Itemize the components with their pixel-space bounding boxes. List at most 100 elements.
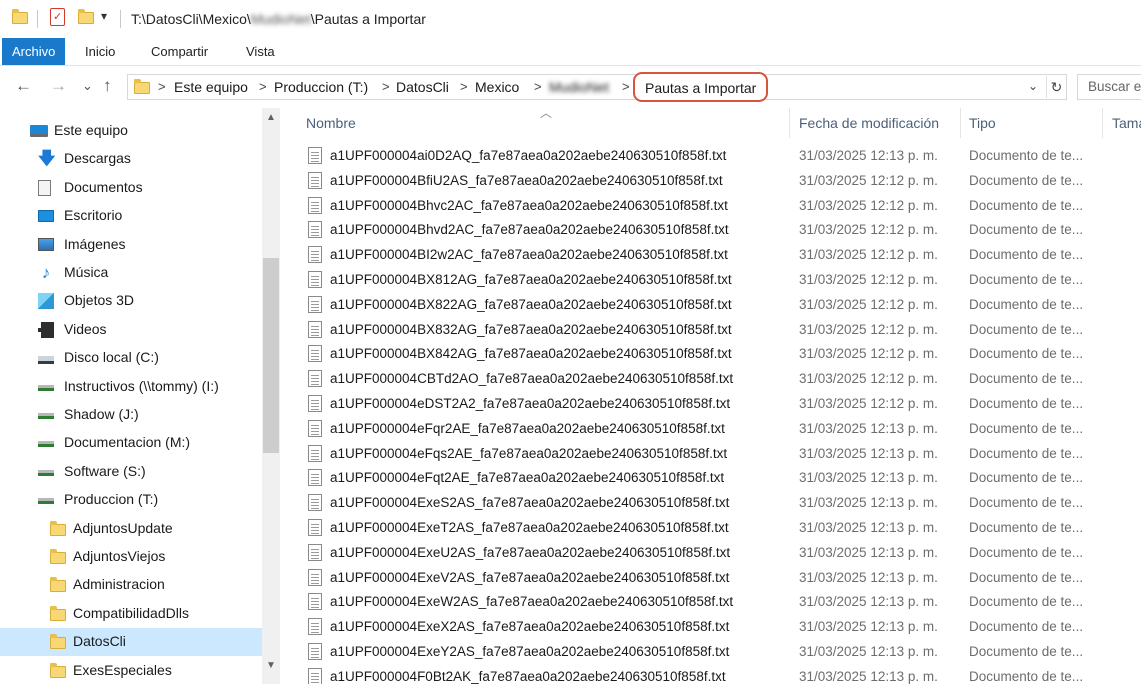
file-row[interactable]: a1UPF000004BfiU2AS_fa7e87aea0a202aebe240… (302, 169, 1141, 194)
file-name: a1UPF000004CBTd2AO_fa7e87aea0a202aebe240… (330, 371, 734, 387)
file-row[interactable]: a1UPF000004BX822AG_fa7e87aea0a202aebe240… (302, 293, 1141, 318)
file-date: 31/03/2025 12:12 p. m. (799, 222, 938, 238)
sidebar-item[interactable]: DatosCli (0, 628, 262, 657)
sidebar-item[interactable]: Este equipo (0, 117, 262, 145)
scroll-down-icon[interactable]: ▼ (262, 660, 280, 671)
sidebar-item[interactable]: AdjuntosViejos (0, 543, 262, 571)
sidebar-item[interactable]: Software (S:) (0, 458, 262, 486)
text-file-icon (308, 345, 322, 363)
file-row[interactable]: a1UPF000004BX812AG_fa7e87aea0a202aebe240… (302, 268, 1141, 293)
sidebar-item[interactable]: Instructivos (\\tommy) (I:) (0, 373, 262, 401)
properties-icon[interactable]: ✓ (50, 8, 65, 26)
file-row[interactable]: a1UPF000004BX832AG_fa7e87aea0a202aebe240… (302, 318, 1141, 343)
file-row[interactable]: a1UPF000004BX842AG_fa7e87aea0a202aebe240… (302, 342, 1141, 367)
address-bar[interactable]: > Este equipo > Produccion (T:) > DatosC… (127, 72, 1067, 102)
search-input[interactable]: Buscar e (1077, 74, 1141, 100)
file-row[interactable]: a1UPF000004ExeY2AS_fa7e87aea0a202aebe240… (302, 640, 1141, 665)
breadcrumb-separator[interactable]: > (158, 79, 166, 94)
sidebar-item[interactable]: Videos (0, 316, 262, 344)
breadcrumb-separator[interactable]: > (460, 79, 468, 94)
file-row[interactable]: a1UPF000004Bhvc2AC_fa7e87aea0a202aebe240… (302, 194, 1141, 219)
sidebar-item[interactable]: Produccion (T:) (0, 486, 262, 514)
file-row[interactable]: a1UPF000004CBTd2AO_fa7e87aea0a202aebe240… (302, 367, 1141, 392)
file-type: Documento de te... (969, 668, 1084, 684)
sidebar-item[interactable]: Escritorio (0, 202, 262, 230)
column-divider[interactable] (960, 108, 961, 138)
tab-vista[interactable]: Vista (236, 38, 285, 65)
breadcrumb-current[interactable]: Pautas a Importar (633, 72, 769, 102)
sidebar-item-label: Shadow (J:) (64, 406, 139, 422)
breadcrumb-datoscli[interactable]: DatosCli (396, 79, 449, 95)
pictures-icon (38, 237, 54, 251)
customize-toolbar-dropdown[interactable]: ▾ (101, 9, 107, 23)
text-file-icon (308, 519, 322, 536)
sidebar-item[interactable]: ExesEspeciales (0, 657, 262, 684)
sidebar-item[interactable]: Documentacion (M:) (0, 429, 262, 457)
tab-compartir[interactable]: Compartir (141, 38, 218, 65)
file-row[interactable]: a1UPF000004ExeS2AS_fa7e87aea0a202aebe240… (302, 491, 1141, 516)
file-row[interactable]: a1UPF000004ExeV2AS_fa7e87aea0a202aebe240… (302, 566, 1141, 591)
file-row[interactable]: a1UPF000004eFqs2AE_fa7e87aea0a202aebe240… (302, 442, 1141, 467)
sidebar-item-label: AdjuntosUpdate (73, 519, 173, 536)
nav-scrollbar[interactable]: ▲ ▼ (262, 108, 280, 684)
address-dropdown[interactable]: ⌄ (1028, 79, 1038, 93)
tab-inicio[interactable]: Inicio (75, 38, 125, 65)
file-name: a1UPF000004F0Bt2AK_fa7e87aea0a202aebe240… (330, 668, 726, 684)
sidebar-item-label: Documentos (64, 178, 143, 195)
sidebar-item[interactable]: Objetos 3D (0, 287, 262, 315)
sidebar-item[interactable]: 🡇 Descargas (0, 145, 262, 173)
column-header-size[interactable]: Tama (1112, 115, 1141, 131)
scroll-up-icon[interactable]: ▲ (262, 112, 280, 123)
breadcrumb-mexico[interactable]: Mexico (475, 79, 519, 95)
recent-locations-button[interactable]: ⌄ (82, 78, 93, 94)
file-row[interactable]: a1UPF000004eFqt2AE_fa7e87aea0a202aebe240… (302, 466, 1141, 491)
breadcrumb-este-equipo[interactable]: Este equipo (174, 79, 248, 95)
file-row[interactable]: a1UPF000004ai0D2AQ_fa7e87aea0a202aebe240… (302, 144, 1141, 169)
text-file-icon (308, 568, 322, 586)
sidebar-item[interactable]: AdjuntosUpdate (0, 515, 262, 543)
file-row[interactable]: a1UPF000004ExeX2AS_fa7e87aea0a202aebe240… (302, 615, 1141, 640)
sidebar-item[interactable]: Shadow (J:) (0, 401, 262, 429)
sidebar-item[interactable]: Imágenes (0, 231, 262, 259)
file-type: Documento de te... (969, 569, 1084, 585)
back-button[interactable]: ← (15, 76, 32, 96)
text-file-icon (308, 246, 322, 264)
sidebar-item[interactable]: ♪ Música (0, 259, 262, 287)
breadcrumb-produccion[interactable]: Produccion (T:) (274, 79, 368, 95)
file-row[interactable]: a1UPF000004F0Bt2AK_fa7e87aea0a202aebe240… (302, 665, 1141, 684)
sidebar-item[interactable]: CompatibilidadDlls (0, 600, 262, 628)
sidebar-item[interactable]: Disco local (C:) (0, 344, 262, 372)
network-drive-icon (38, 498, 54, 505)
file-row[interactable]: a1UPF000004eFqr2AE_fa7e87aea0a202aebe240… (302, 417, 1141, 442)
file-row[interactable]: a1UPF000004eDST2A2_fa7e87aea0a202aebe240… (302, 392, 1141, 417)
breadcrumb-separator[interactable]: > (622, 79, 630, 94)
sidebar-item[interactable]: Documentos (0, 174, 262, 202)
column-header-type[interactable]: Tipo (969, 115, 996, 131)
file-row[interactable]: a1UPF000004ExeW2AS_fa7e87aea0a202aebe240… (302, 590, 1141, 615)
refresh-icon[interactable]: ↻ (1046, 76, 1066, 98)
new-folder-icon[interactable] (78, 9, 94, 24)
file-row[interactable]: a1UPF000004ExeU2AS_fa7e87aea0a202aebe240… (302, 541, 1141, 566)
window-title-prefix: T:\DatosCli\Mexico\ (131, 11, 251, 27)
file-name: a1UPF000004BX812AG_fa7e87aea0a202aebe240… (330, 272, 732, 287)
file-row[interactable]: a1UPF000004Bhvd2AC_fa7e87aea0a202aebe240… (302, 218, 1141, 243)
file-row[interactable]: a1UPF000004ExeT2AS_fa7e87aea0a202aebe240… (302, 516, 1141, 541)
breadcrumb-separator[interactable]: > (259, 79, 267, 94)
window-title-redacted: MudioNet (250, 11, 311, 27)
forward-button[interactable]: → (50, 76, 67, 96)
column-header-name[interactable]: Nombre (306, 115, 356, 131)
up-button[interactable]: ↑ (103, 76, 112, 96)
sidebar-item[interactable]: Administracion (0, 571, 262, 599)
scroll-thumb[interactable] (263, 258, 279, 453)
column-header-date[interactable]: Fecha de modificación (799, 115, 939, 131)
tab-archivo[interactable]: Archivo (2, 38, 66, 65)
breadcrumb-redacted[interactable]: MudioNet (549, 79, 609, 95)
breadcrumb-separator[interactable]: > (382, 79, 390, 94)
file-date: 31/03/2025 12:13 p. m. (799, 668, 938, 684)
breadcrumb-separator[interactable]: > (534, 79, 542, 94)
file-date: 31/03/2025 12:13 p. m. (799, 495, 938, 511)
column-divider[interactable] (789, 108, 790, 138)
file-row[interactable]: a1UPF000004BI2w2AC_fa7e87aea0a202aebe240… (302, 243, 1141, 268)
file-name: a1UPF000004ExeY2AS_fa7e87aea0a202aebe240… (330, 644, 730, 659)
column-divider[interactable] (1102, 108, 1103, 138)
